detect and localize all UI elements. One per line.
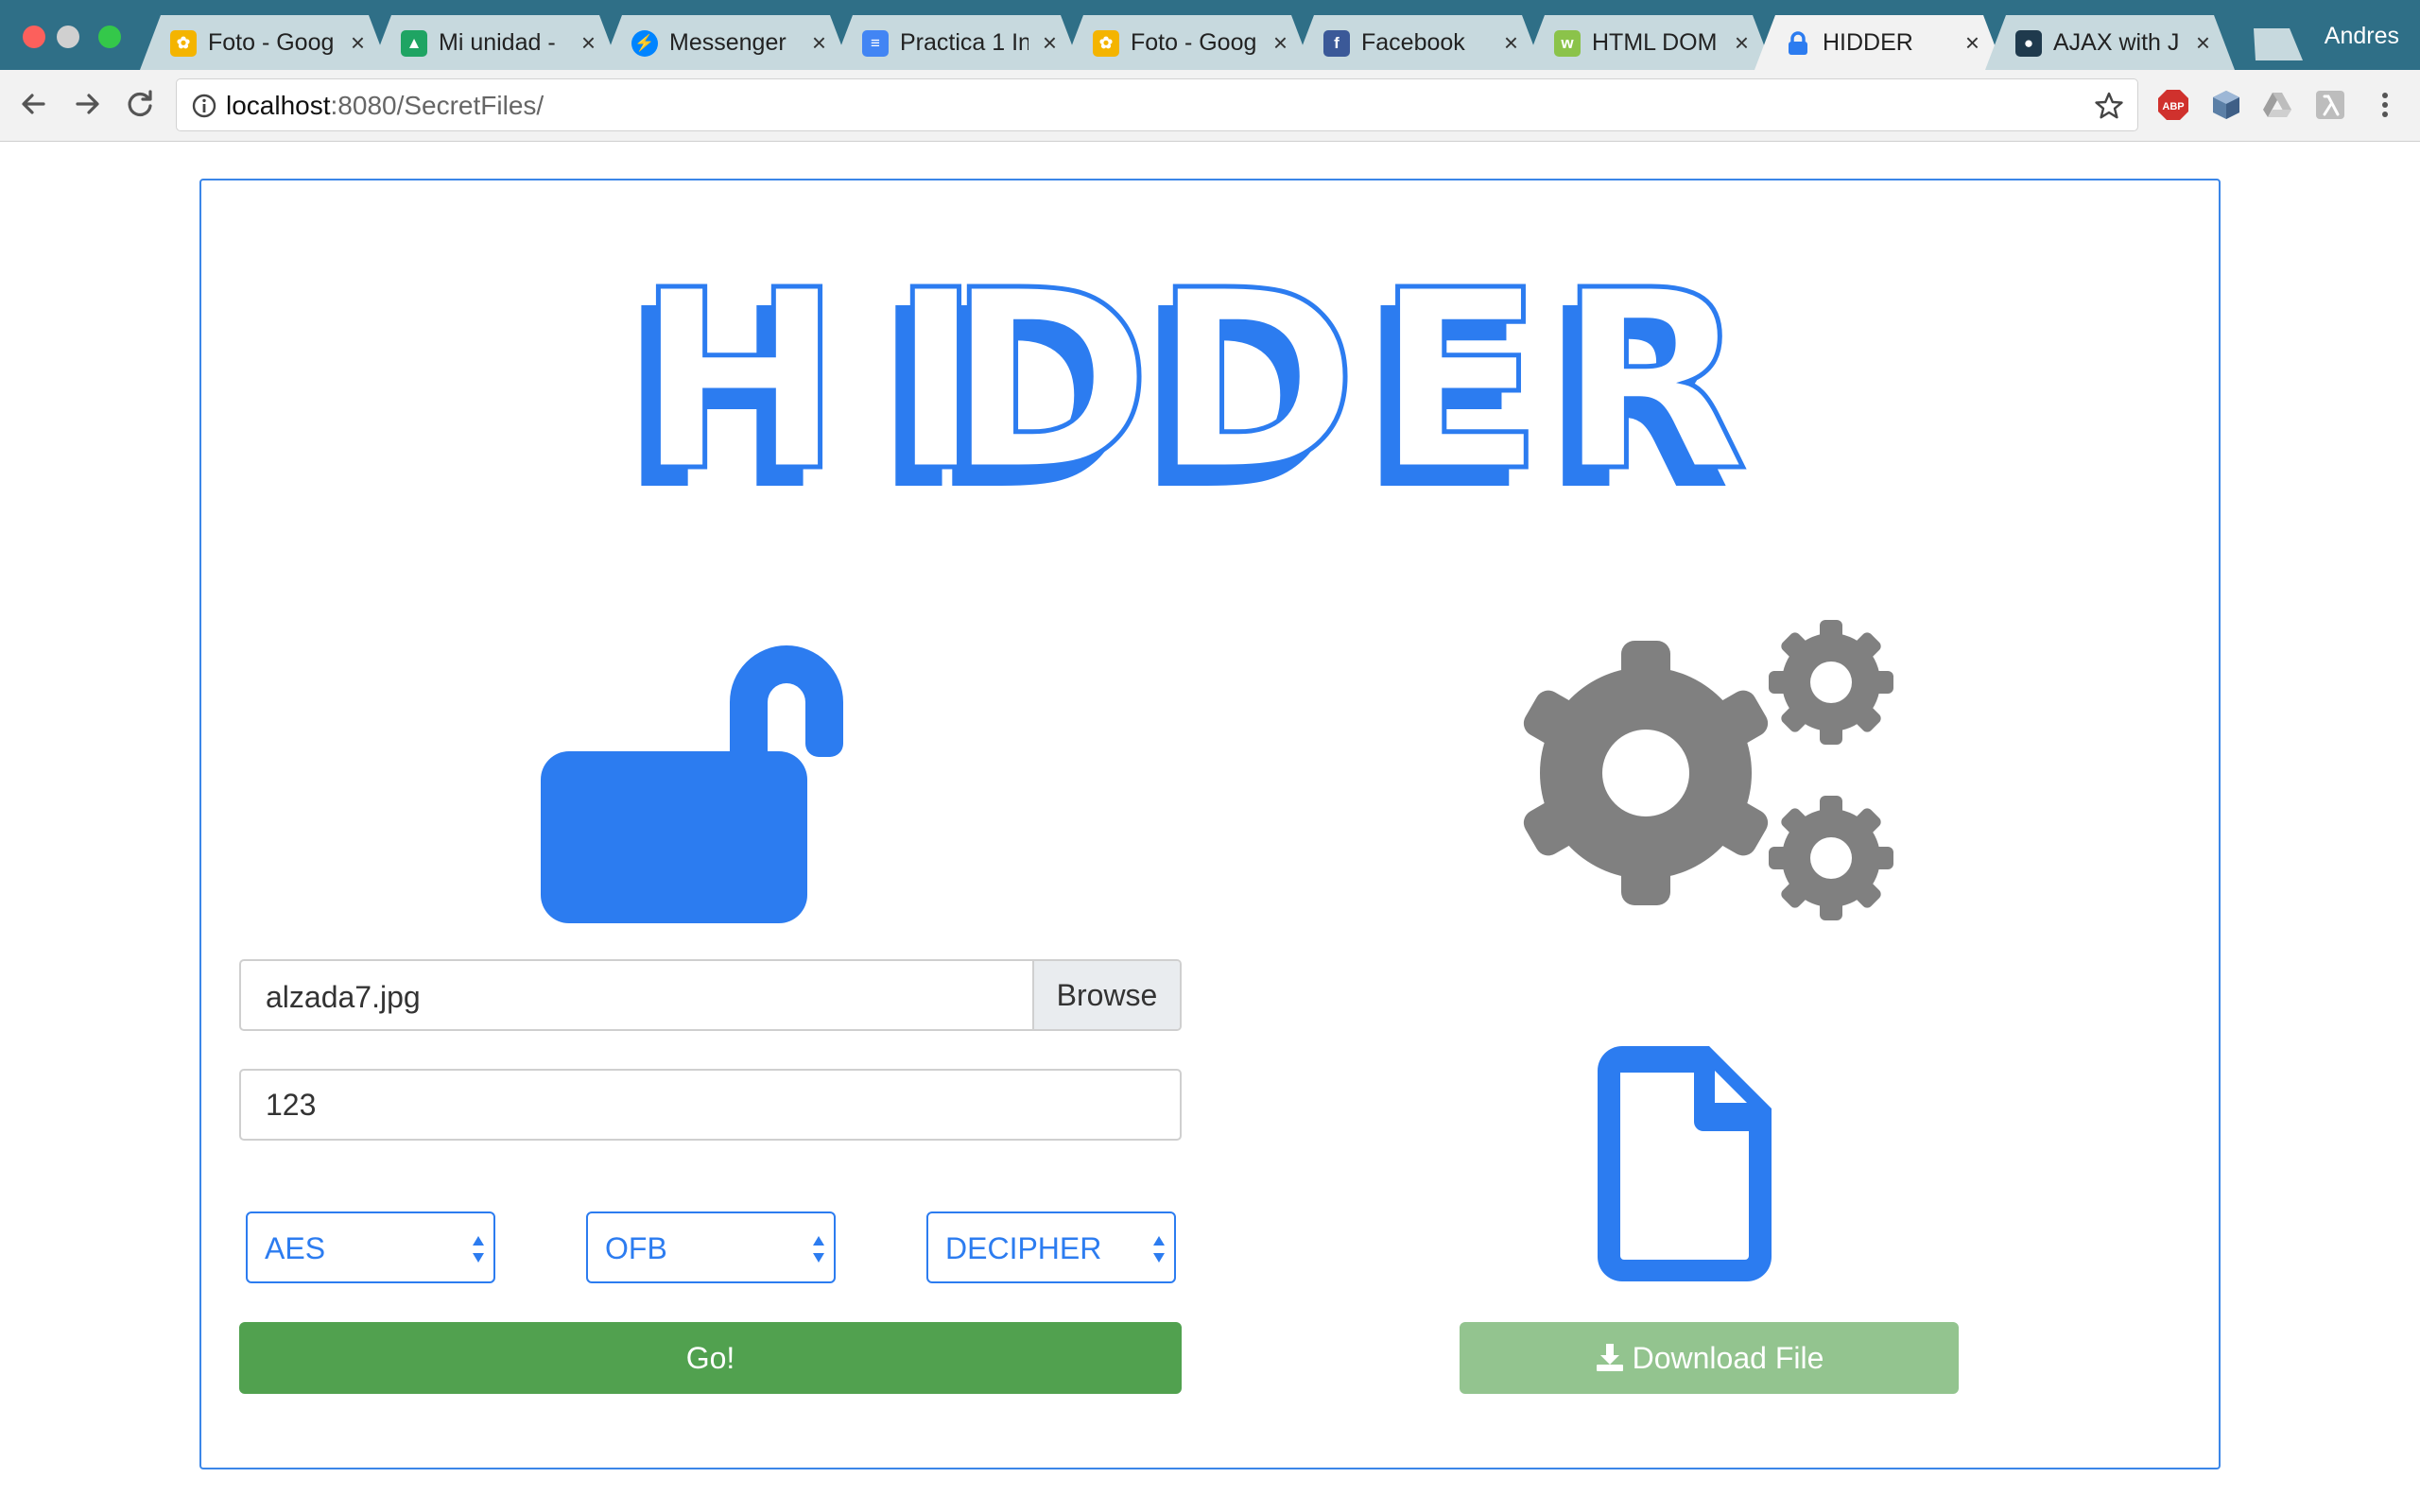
tab-foto-2[interactable]: ✿ Foto - Goog × (1063, 15, 1312, 70)
new-tab-button[interactable] (2244, 28, 2303, 60)
kebab-menu-icon[interactable] (2369, 89, 2401, 121)
hidder-logo: H I D D E R H I D D E R (628, 266, 1750, 493)
reload-icon (128, 90, 152, 117)
forward-button[interactable] (66, 83, 108, 125)
tab-facebook[interactable]: f Facebook × (1293, 15, 1543, 70)
tab-title: HTML DOM (1592, 29, 1718, 56)
close-icon[interactable]: × (1273, 28, 1288, 57)
close-icon[interactable]: × (351, 28, 365, 57)
profile-name[interactable]: Andres (2325, 23, 2399, 50)
browser-toolbar: localhost:8080/SecretFiles/ ABP (0, 70, 2420, 142)
go-button[interactable]: Go! (239, 1322, 1182, 1394)
file-name-field[interactable]: alzada7.jpg (266, 980, 421, 1014)
logo-face: D (1152, 266, 1357, 493)
download-icon (1596, 1344, 1623, 1371)
key-input[interactable] (239, 1069, 1182, 1141)
logo-face: D (946, 266, 1151, 493)
google-drive-icon: ▲ (401, 30, 427, 57)
back-button[interactable] (13, 83, 55, 125)
algorithm-select-value: AES (265, 1231, 326, 1265)
lambda-extension-icon[interactable] (2314, 89, 2346, 121)
reload-button[interactable] (119, 83, 161, 125)
close-icon[interactable]: × (2196, 28, 2210, 57)
messenger-icon: ⚡ (631, 30, 658, 57)
w3schools-icon: w (1554, 30, 1581, 57)
arrow-right-icon (76, 94, 99, 114)
google-photos-icon: ✿ (1093, 30, 1119, 57)
close-icon[interactable]: × (1504, 28, 1518, 57)
tab-title: Foto - Goog (1131, 29, 1257, 56)
tab-hidder[interactable]: HIDDER × (1754, 15, 2004, 70)
info-icon[interactable] (190, 92, 218, 120)
select-arrows-icon (1153, 1236, 1165, 1263)
chat-icon: ● (2015, 30, 2042, 57)
algorithm-select[interactable]: AES (246, 1211, 495, 1283)
tab-title: Foto - Goog (208, 29, 335, 56)
url-text: localhost:8080/SecretFiles/ (226, 91, 544, 121)
logo-face: R (1557, 266, 1748, 493)
tab-title: Practica 1 In (900, 29, 1028, 56)
unlocked-lock-icon (541, 645, 843, 923)
tab-mi-unidad[interactable]: ▲ Mi unidad - × (371, 15, 620, 70)
bookmark-star-icon[interactable] (2092, 89, 2126, 123)
tab-title: Messenger (669, 29, 786, 56)
mode-select-value: OFB (605, 1231, 667, 1265)
logo-face: H (635, 266, 842, 493)
cube-extension-icon[interactable] (2210, 89, 2242, 121)
url-host: localhost (226, 91, 331, 120)
mode-select[interactable]: OFB (586, 1211, 836, 1283)
select-arrows-icon (813, 1236, 824, 1263)
google-photos-icon: ✿ (170, 30, 197, 57)
svg-text:ABP: ABP (2162, 101, 2184, 112)
arrow-left-icon (22, 94, 45, 114)
file-icon (1598, 1046, 1772, 1281)
gears-icon (1523, 620, 1893, 920)
adblock-plus-icon[interactable]: ABP (2157, 89, 2189, 121)
google-drive-extension-icon[interactable] (2261, 89, 2293, 121)
url-path: :8080/SecretFiles/ (330, 91, 544, 120)
tab-title: Facebook (1361, 29, 1465, 56)
download-file-label: Download File (1632, 1341, 1824, 1375)
operation-select[interactable]: DECIPHER (926, 1211, 1176, 1283)
download-file-button[interactable]: Download File (1460, 1322, 1959, 1394)
tab-practica[interactable]: ≡ Practica 1 In × (832, 15, 1081, 70)
close-icon[interactable]: × (812, 28, 826, 57)
google-docs-icon: ≡ (862, 30, 889, 57)
close-icon[interactable]: × (581, 28, 596, 57)
maximize-window-button[interactable] (98, 26, 121, 48)
close-icon[interactable]: × (1043, 28, 1057, 57)
facebook-icon: f (1323, 30, 1350, 57)
browse-button[interactable]: Browse (1032, 961, 1180, 1029)
select-arrows-icon (473, 1236, 484, 1263)
tab-strip: ✿ Foto - Goog × ▲ Mi unidad - × ⚡ Messen… (0, 0, 2420, 70)
close-icon[interactable]: × (1965, 28, 1979, 57)
address-bar[interactable]: localhost:8080/SecretFiles/ (176, 78, 2138, 131)
logo-face: E (1375, 266, 1545, 493)
close-icon[interactable]: × (1735, 28, 1749, 57)
tab-html-dom[interactable]: w HTML DOM × (1524, 15, 1773, 70)
tab-title: AJAX with J (2053, 29, 2180, 56)
tab-messenger[interactable]: ⚡ Messenger × (601, 15, 851, 70)
tab-ajax[interactable]: ● AJAX with J × (1985, 15, 2235, 70)
file-picker[interactable]: alzada7.jpg Browse (239, 959, 1182, 1031)
lock-icon (1785, 30, 1811, 57)
minimize-window-button[interactable] (57, 26, 79, 48)
close-window-button[interactable] (23, 26, 45, 48)
tab-title: HIDDER (1823, 29, 1913, 56)
operation-select-value: DECIPHER (945, 1231, 1102, 1265)
tab-foto-1[interactable]: ✿ Foto - Goog × (140, 15, 389, 70)
tab-title: Mi unidad - (439, 29, 556, 56)
